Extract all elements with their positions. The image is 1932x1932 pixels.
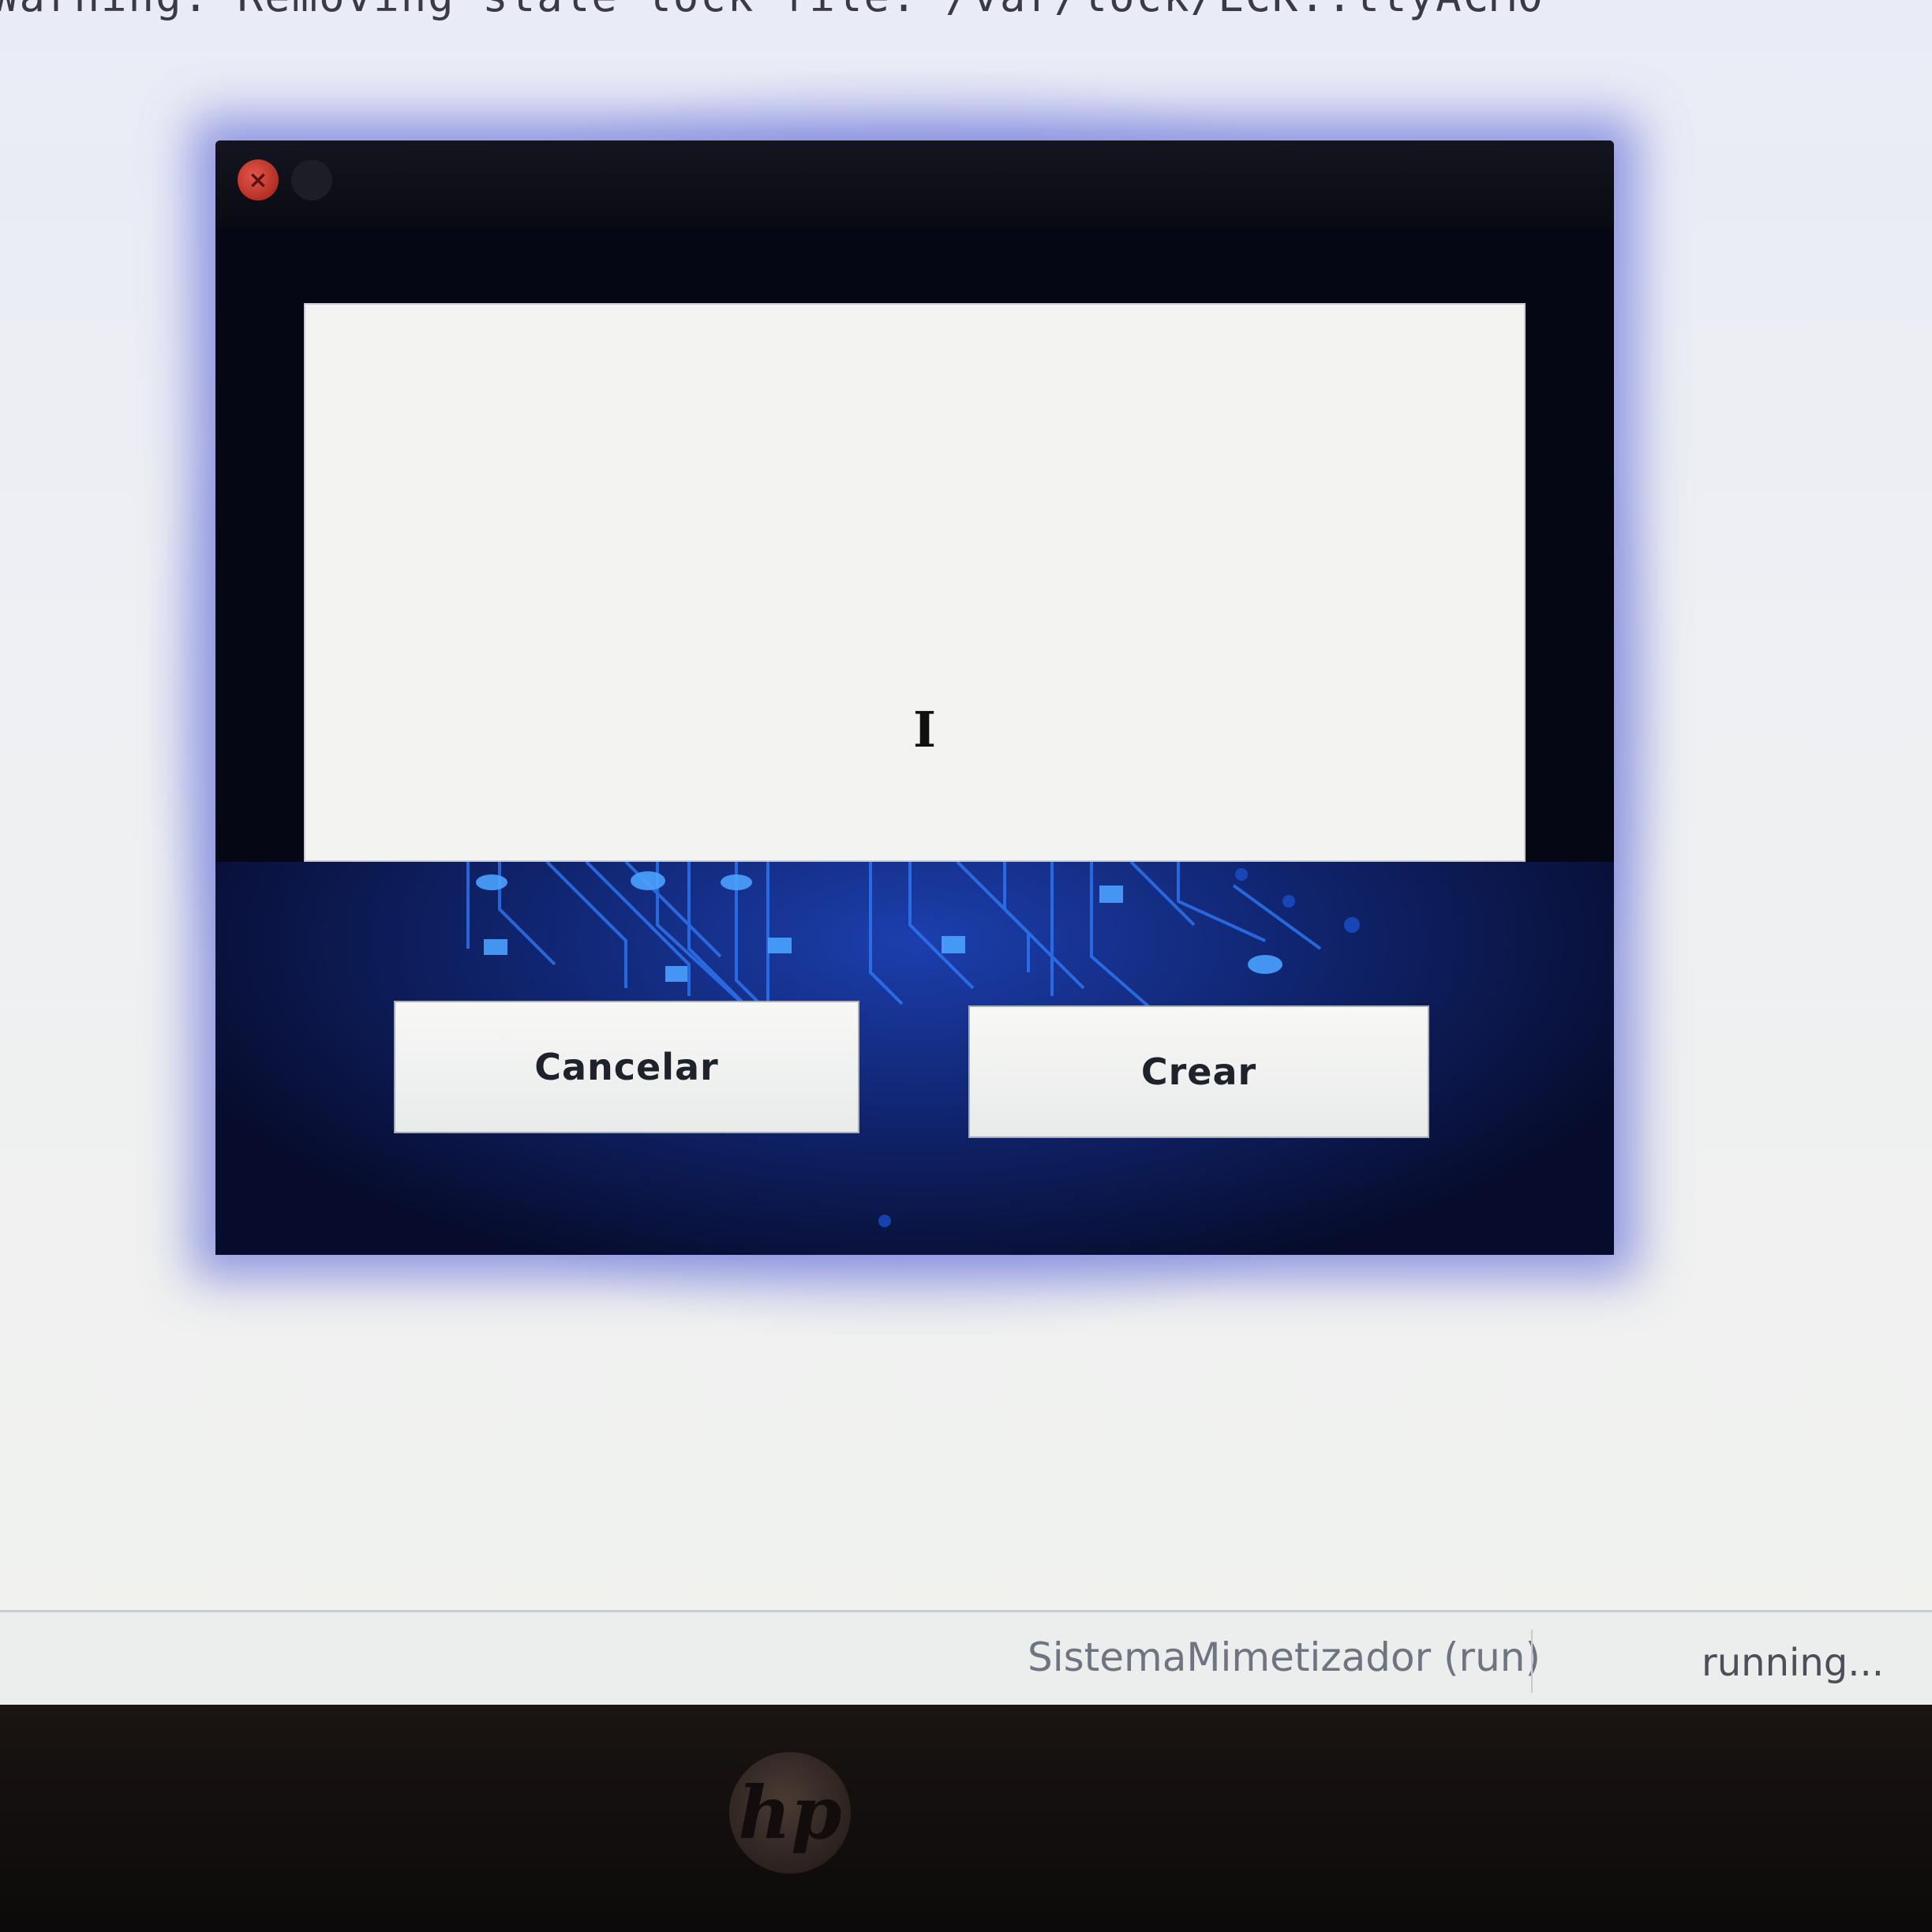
status-divider (1531, 1630, 1533, 1693)
run-state-label: running... (1702, 1641, 1884, 1685)
laptop-bezel (0, 1705, 1932, 1932)
hp-logo-text: hp (738, 1770, 842, 1855)
cancel-button[interactable]: Cancelar (394, 1001, 859, 1133)
text-cursor-icon: I (913, 701, 937, 758)
create-dialog: × I Cancelar Crear (215, 140, 1614, 1255)
hp-logo: hp (729, 1752, 851, 1874)
create-button[interactable]: Crear (968, 1005, 1429, 1138)
ide-status-bar: SistemaMimetizador (run) running... (0, 1610, 1932, 1705)
text-area-input[interactable]: I (304, 303, 1526, 862)
close-icon: × (248, 166, 268, 194)
screen: Warning: Removing stale lock file. /var/… (0, 0, 1932, 1705)
console-output-line: Warning: Removing stale lock file. /var/… (0, 0, 1544, 21)
minimize-button[interactable] (291, 159, 332, 200)
close-button[interactable]: × (238, 159, 279, 200)
running-task-label[interactable]: SistemaMimetizador (run) (1028, 1634, 1541, 1680)
dialog-titlebar[interactable]: × (215, 140, 1614, 227)
